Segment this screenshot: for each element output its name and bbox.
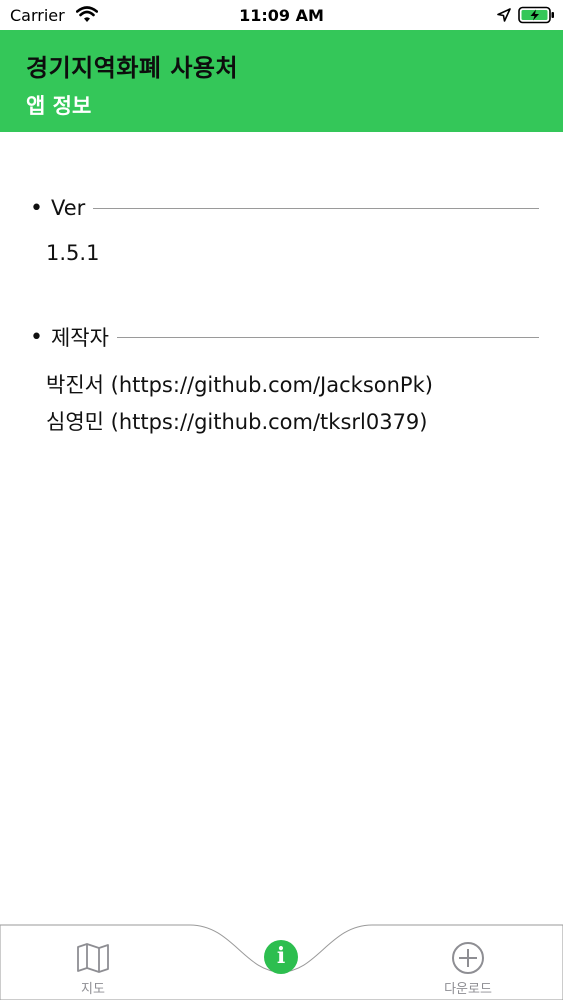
makers-section-header: • 제작자 [30, 321, 539, 353]
tab-map-label: 지도 [81, 982, 105, 997]
page-subtitle: 앱 정보 [26, 94, 92, 118]
map-icon [77, 943, 109, 973]
tab-info[interactable]: i [264, 940, 298, 974]
bullet: • [30, 324, 43, 350]
info-icon: i [276, 943, 286, 969]
section-divider [116, 336, 539, 338]
status-time: 11:09 AM [239, 6, 324, 25]
version-value: 1.5.1 [46, 241, 100, 265]
page-title: 경기지역화폐 사용처 [26, 54, 239, 82]
version-section-header: • Ver [30, 192, 539, 224]
version-label: Ver [50, 196, 86, 220]
bullet: • [30, 195, 43, 221]
section-divider [93, 207, 539, 209]
makers-label: 제작자 [50, 326, 109, 350]
tab-download[interactable]: 다운로드 [408, 922, 528, 1000]
tab-map[interactable]: 지도 [33, 922, 153, 1000]
maker-github-link[interactable]: 박진서 (https://github.com/JacksonPk) [46, 369, 433, 399]
tab-bar: 지도 i 다운로드 [0, 922, 563, 1000]
status-bar: Carrier 11:09 AM [0, 0, 563, 30]
location-arrow-icon [497, 8, 511, 22]
app-header: 경기지역화폐 사용처 앱 정보 [0, 30, 563, 132]
battery-charging-icon [518, 6, 554, 24]
maker-github-link[interactable]: 심영민 (https://github.com/tksrl0379) [46, 406, 428, 436]
tab-download-label: 다운로드 [444, 982, 492, 997]
plus-circle-icon [452, 942, 484, 974]
